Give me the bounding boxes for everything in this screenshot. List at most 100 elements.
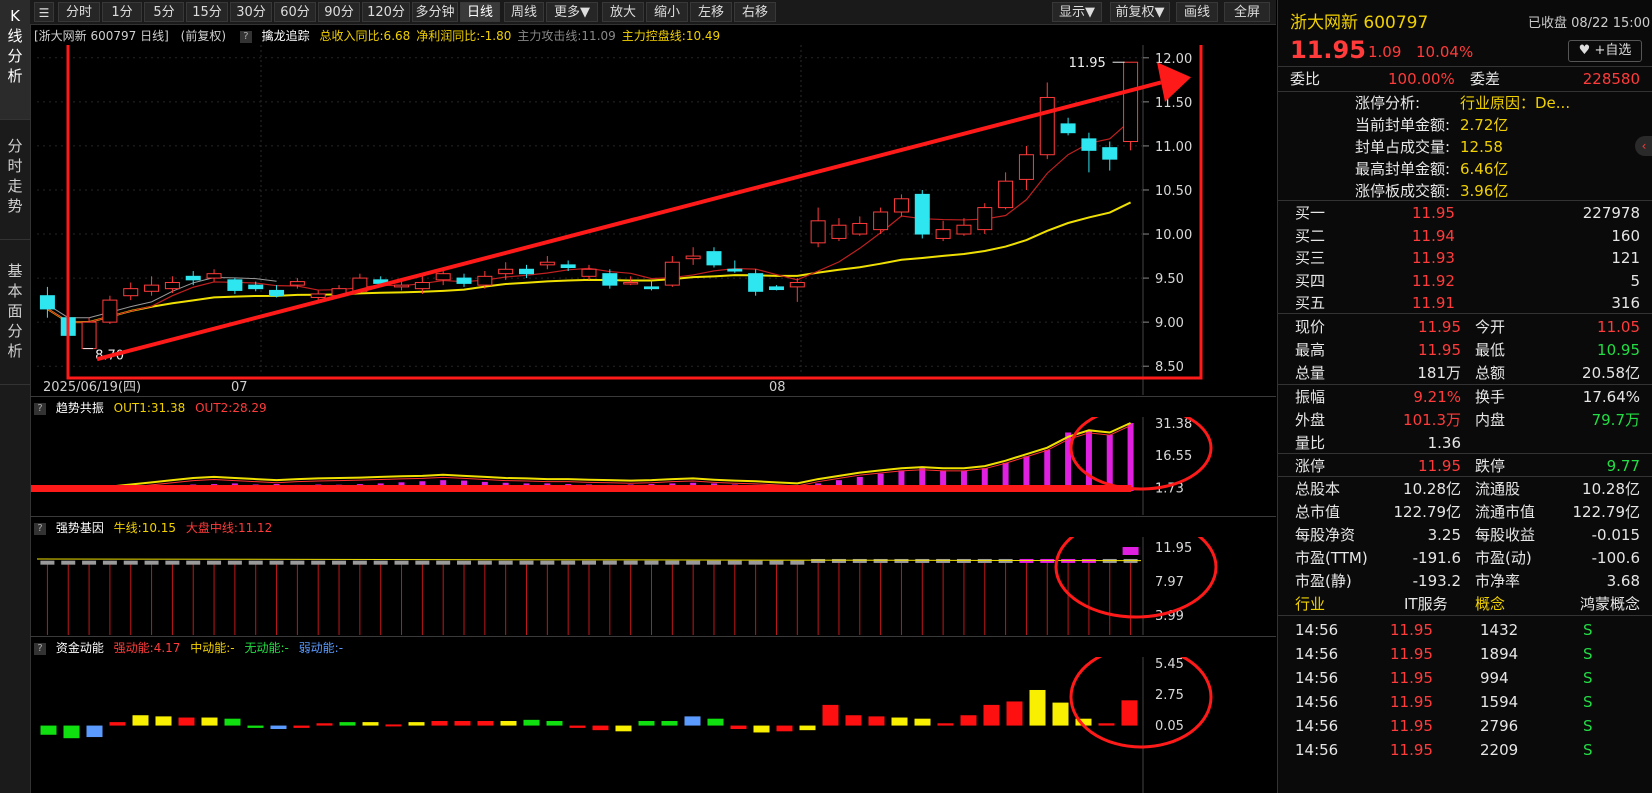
tab-char: 析 bbox=[7, 67, 23, 85]
osc2-block bbox=[769, 560, 784, 565]
stat-value: 101.3万 bbox=[1403, 411, 1461, 429]
bid-volume: 316 bbox=[1611, 294, 1640, 312]
period-1min-button[interactable]: 1分 bbox=[102, 2, 142, 22]
strong-gene-chart[interactable]: 11.957.973.99 bbox=[31, 537, 1276, 635]
y-tick-label: 7.97 bbox=[1155, 575, 1184, 590]
candle-body bbox=[1102, 147, 1118, 160]
period-90min-button[interactable]: 90分 bbox=[318, 2, 360, 22]
limit-info-row: 最高封单金额: 6.46亿 bbox=[1278, 158, 1652, 181]
osc1-header: ? 趋势共振 OUT1:31.38 OUT2:28.29 bbox=[34, 399, 834, 417]
move-right-button[interactable]: 右移 bbox=[734, 2, 776, 22]
y-tick-label: 31.38 bbox=[1155, 417, 1192, 432]
adjust-dropdown[interactable]: 前复权▼ bbox=[1110, 2, 1170, 22]
tick-volume: 2209 bbox=[1480, 741, 1519, 759]
candle-body bbox=[643, 286, 659, 290]
bid-price: 11.95 bbox=[1412, 204, 1455, 222]
osc3-name[interactable]: 资金动能 bbox=[56, 641, 104, 655]
indicator-name[interactable]: 擒龙追踪 bbox=[262, 29, 310, 43]
osc1-out2: OUT2:28.29 bbox=[195, 401, 267, 415]
date-label: 08 bbox=[769, 380, 786, 395]
osc2-block bbox=[144, 560, 159, 565]
tick-side: S bbox=[1583, 741, 1593, 759]
tab-k-line-analysis[interactable]: K线分析 bbox=[0, 0, 30, 120]
add-favorite-button[interactable]: ♥ +自选 bbox=[1568, 40, 1642, 62]
momentum-bar bbox=[201, 717, 218, 726]
tab-fundamentals[interactable]: 基本面分析 bbox=[0, 255, 30, 385]
momentum-bar bbox=[661, 720, 678, 726]
candle-body bbox=[998, 180, 1014, 209]
stat-value: 3.25 bbox=[1427, 526, 1461, 544]
stat-value: 10.95 bbox=[1597, 341, 1640, 359]
display-dropdown[interactable]: 显示▼ bbox=[1052, 2, 1102, 22]
capital-momentum-chart[interactable]: 5.45 2.75 0.05 bbox=[31, 657, 1276, 793]
stat-label: 每股净资 bbox=[1295, 526, 1356, 544]
momentum-bar bbox=[1006, 701, 1023, 726]
bid-label: 买二 bbox=[1295, 226, 1326, 245]
momentum-bar bbox=[799, 725, 816, 731]
zoom-in-button[interactable]: 放大 bbox=[602, 2, 644, 22]
candle-body bbox=[1123, 61, 1139, 143]
period-30min-button[interactable]: 30分 bbox=[230, 2, 272, 22]
fullscreen-button[interactable]: 全屏 bbox=[1224, 2, 1270, 22]
bid-price: 11.91 bbox=[1412, 294, 1455, 312]
momentum-bar bbox=[40, 725, 57, 735]
osc1-out1: OUT1:31.38 bbox=[113, 401, 186, 415]
momentum-bar bbox=[477, 720, 494, 726]
momentum-bar bbox=[339, 722, 356, 726]
bid-row: 买三 11.93 121 bbox=[1278, 247, 1652, 270]
help-icon[interactable]: ? bbox=[239, 30, 252, 43]
momentum-bar bbox=[155, 716, 172, 726]
osc2-block bbox=[977, 558, 992, 563]
tab-char: 时 bbox=[7, 157, 23, 175]
move-left-button[interactable]: 左移 bbox=[690, 2, 732, 22]
momentum-bar bbox=[868, 716, 885, 726]
indicator-metric: 净利润同比:-1.80 bbox=[416, 29, 512, 43]
last-price: 11.95 bbox=[1290, 36, 1366, 64]
concept-label: 概念 bbox=[1475, 595, 1506, 613]
osc2-block bbox=[165, 560, 180, 565]
osc2-block bbox=[644, 560, 659, 565]
stat-row: 最高 11.95 最低 10.95 bbox=[1278, 339, 1652, 362]
help-icon[interactable]: ? bbox=[34, 402, 46, 415]
period-weekly-button[interactable]: 周线 bbox=[504, 2, 544, 22]
period-toolbar: ☰ 分时 1分 5分 15分 30分 60分 90分 120分 多分钟 日线 周… bbox=[30, 0, 1276, 25]
stat-value: -100.6 bbox=[1591, 549, 1640, 567]
osc2-block bbox=[102, 560, 117, 565]
tab-intraday[interactable]: 分时走势 bbox=[0, 130, 30, 240]
more-periods-dropdown[interactable]: 更多▼ bbox=[546, 2, 598, 22]
candle-body bbox=[685, 255, 701, 260]
period-5min-button[interactable]: 5分 bbox=[144, 2, 184, 22]
limit-info-row: 涨停分析: 行业原因：De... bbox=[1278, 92, 1652, 115]
period-intraday-button[interactable]: 分时 bbox=[58, 2, 100, 22]
help-icon[interactable]: ? bbox=[34, 522, 46, 535]
zoom-out-button[interactable]: 缩小 bbox=[646, 2, 688, 22]
trend-resonance-chart[interactable]: 31.3816.551.73 bbox=[31, 417, 1276, 515]
help-icon[interactable]: ? bbox=[34, 642, 46, 655]
tick-side: S bbox=[1583, 621, 1593, 639]
period-15min-button[interactable]: 15分 bbox=[186, 2, 228, 22]
bid-volume: 121 bbox=[1611, 249, 1640, 267]
momentum-bar bbox=[753, 725, 770, 733]
y-tick-label: 8.50 bbox=[1155, 360, 1184, 375]
period-120min-button[interactable]: 120分 bbox=[362, 2, 410, 22]
stat-value: 11.05 bbox=[1597, 318, 1640, 336]
candlestick-chart[interactable]: 12.0011.5011.0010.5010.009.509.008.50202… bbox=[31, 45, 1276, 395]
trend-arrow bbox=[96, 80, 1162, 362]
period-daily-button[interactable]: 日线 bbox=[460, 2, 500, 22]
osc1-name[interactable]: 趋势共振 bbox=[56, 401, 104, 415]
menu-icon[interactable]: ☰ bbox=[34, 2, 54, 22]
osc2-name[interactable]: 强势基因 bbox=[56, 521, 104, 535]
indicator-metrics: 总收入同比:6.68 净利润同比:-1.80 主力攻击线:11.09 主力控盘线:10… bbox=[314, 29, 721, 43]
stat-row: 市盈(TTM) -191.6 市盈(动) -100.6 bbox=[1278, 547, 1652, 570]
high-price-label: 11.95 bbox=[1069, 56, 1106, 71]
limit-info-value: 3.96亿 bbox=[1460, 182, 1509, 200]
draw-line-button[interactable]: 画线 bbox=[1176, 2, 1218, 22]
momentum-bar bbox=[408, 722, 425, 726]
period-60min-button[interactable]: 60分 bbox=[274, 2, 316, 22]
divider bbox=[1278, 66, 1652, 67]
limit-info-row: 封单占成交量: 12.58 bbox=[1278, 136, 1652, 159]
heart-icon: ♥ bbox=[1578, 43, 1591, 58]
period-multi-min-button[interactable]: 多分钟 bbox=[412, 2, 458, 22]
osc2-block bbox=[602, 560, 617, 565]
stat-row: 总市值 122.79亿 流通市值 122.79亿 bbox=[1278, 501, 1652, 524]
